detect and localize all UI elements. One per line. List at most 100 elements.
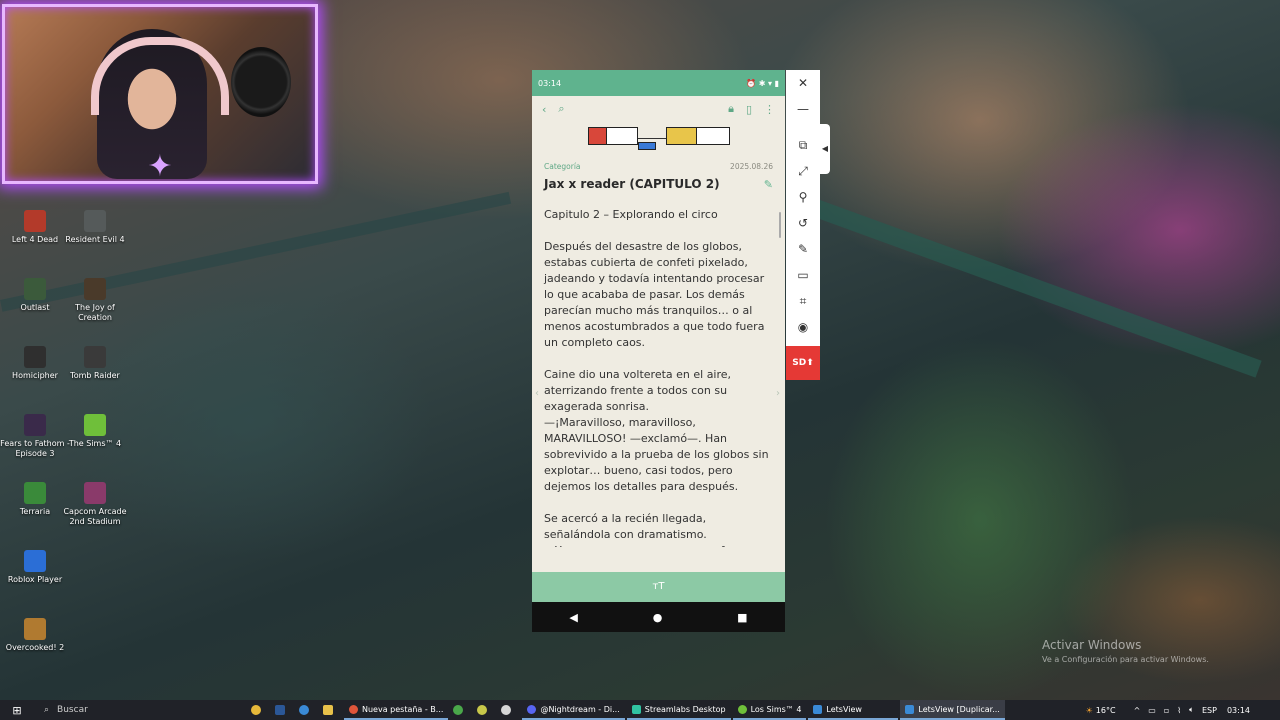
status-time: 03:14 (538, 78, 562, 88)
window-icon[interactable]: ▭ (786, 262, 820, 288)
post-paragraph: Capitulo 2 – Explorando el circo (544, 208, 718, 221)
sd-quality-button[interactable]: SD⬆ (786, 346, 820, 380)
desktop-icon-label: Overcooked! 2 (5, 643, 65, 652)
game-icon (24, 210, 46, 232)
desktop-icon[interactable]: Capcom Arcade 2nd Stadium (60, 482, 130, 527)
app-icon[interactable] (450, 700, 470, 720)
post-category[interactable]: Categoría (544, 162, 581, 171)
windows-taskbar: ⊞ ⌕ Buscar Nueva pestaña - B... @Nightdr… (0, 700, 1280, 720)
weather-temp[interactable]: 16°C (1096, 706, 1116, 715)
desktop-icon-label: Terraria (19, 507, 51, 516)
taskbar-app-sims[interactable]: Los Sims™ 4 (732, 700, 807, 720)
game-icon (84, 210, 106, 232)
nav-recent-icon[interactable]: ■ (737, 611, 747, 624)
taskbar-search[interactable]: ⌕ Buscar (38, 700, 198, 720)
more-icon[interactable]: ⋮ (764, 103, 775, 116)
font-size-button[interactable]: ᴛT (532, 572, 785, 602)
taskbar-clock[interactable]: 03:14 (1227, 706, 1250, 715)
taskbar-app-streamlabs[interactable]: Streamlabs Desktop (626, 700, 731, 720)
game-icon (84, 346, 106, 368)
desktop-icon-label: Resident Evil 4 (65, 235, 125, 244)
taskbar-app-label: Nueva pestaña - B... (362, 704, 444, 714)
microphone-image (231, 47, 291, 117)
volume-icon[interactable]: 🔈︎ (1189, 705, 1194, 715)
desktop-icon-label: The Joy of Creation (75, 303, 115, 322)
desktop-icon-label: Outlast (20, 303, 50, 312)
game-icon (24, 618, 46, 640)
bookmark-icon[interactable]: ▯ (746, 103, 752, 116)
app-toolbar: ‹ ⌕ 🔒︎ ▯ ⋮ (532, 96, 785, 122)
start-button[interactable]: ⊞ (0, 700, 34, 720)
chrome-icon[interactable] (248, 700, 268, 720)
post-title: Jax x reader (CAPITULO 2) (544, 177, 720, 191)
taskbar-app-discord[interactable]: @Nightdream - Di... (522, 700, 625, 720)
phone-mirror-window[interactable]: 03:14 ⏰ ✱ ▾ ▮ ‹ ⌕ 🔒︎ ▯ ⋮ Categoría 2025.… (532, 70, 785, 632)
taskbar-app-label: LetsView [Duplicar... (918, 704, 1000, 714)
network-icon[interactable]: ⌇ (1177, 706, 1181, 715)
taskbar-app-letsview[interactable]: LetsView (808, 700, 899, 720)
screenshot-icon[interactable]: ⧉ (786, 132, 820, 158)
android-nav-bar: ◀ ● ■ (532, 602, 785, 632)
app-icon[interactable] (296, 700, 316, 720)
language-indicator[interactable]: ESP (1202, 706, 1217, 715)
game-icon (84, 414, 106, 436)
watermark-subtitle: Ve a Configuración para activar Windows. (1042, 655, 1209, 664)
rotate-icon[interactable]: ↺ (786, 210, 820, 236)
edit-icon[interactable]: ✎ (764, 178, 773, 191)
draw-icon[interactable]: ✎ (786, 236, 820, 262)
tray-app-icon[interactable]: ▭ (1148, 706, 1156, 715)
taskbar-app-letsview-mirror[interactable]: LetsView [Duplicar... (900, 700, 1005, 720)
post-paragraph: Caine dio una voltereta en el aire, ater… (544, 368, 769, 493)
word-icon[interactable] (272, 700, 292, 720)
prev-page-icon[interactable]: ‹ (535, 388, 539, 399)
desktop-icon[interactable]: The Sims™ 4 (60, 414, 130, 449)
desktop-icon[interactable]: Tomb Raider (60, 346, 130, 381)
tray-chevron-icon[interactable]: ^ (1134, 706, 1141, 715)
desktop-icon[interactable]: Overcooked! 2 (0, 618, 70, 653)
collapse-panel-icon[interactable]: ◀ (820, 124, 830, 174)
post-date: 2025.08.26 (730, 162, 773, 171)
game-icon (84, 278, 106, 300)
fullscreen-icon[interactable]: ⤢ (786, 158, 820, 184)
search-placeholder: Buscar (57, 705, 88, 715)
back-icon[interactable]: ‹ (542, 103, 546, 116)
close-icon[interactable]: ✕ (786, 70, 820, 96)
tray-app-icon[interactable]: ▫ (1164, 706, 1169, 715)
desktop-icon-label: Roblox Player (7, 575, 63, 584)
nav-back-icon[interactable]: ◀ (569, 611, 577, 624)
mirror-tool-panel: ✕ — ⧉ ⤢ ⚲ ↺ ✎ ▭ ⌗ ◉ SD⬆ (786, 70, 820, 380)
phone-status-bar: 03:14 ⏰ ✱ ▾ ▮ (532, 70, 785, 96)
status-icons: ⏰ ✱ ▾ ▮ (746, 78, 779, 88)
nav-home-icon[interactable]: ● (653, 611, 663, 624)
game-icon (24, 550, 46, 572)
app-icon[interactable] (498, 700, 518, 720)
game-icon (24, 278, 46, 300)
next-page-icon[interactable]: › (776, 388, 780, 399)
post-banner-image (532, 122, 785, 152)
record-icon[interactable]: ◉ (786, 314, 820, 340)
file-explorer-icon[interactable] (320, 700, 340, 720)
desktop-icon[interactable]: Roblox Player (0, 550, 70, 585)
desktop-icon-label: Left 4 Dead (11, 235, 59, 244)
taskbar-app-label: Los Sims™ 4 (750, 704, 802, 714)
post-title-row: Jax x reader (CAPITULO 2) ✎ (532, 171, 785, 191)
lock-icon[interactable]: 🔒︎ (728, 102, 734, 116)
scrollbar-thumb[interactable] (779, 212, 781, 238)
search-icon[interactable]: ⌕ (558, 102, 564, 116)
desktop-icon-label: The Sims™ 4 (68, 439, 122, 448)
desktop-icon[interactable]: The Joy of Creation (60, 278, 130, 323)
post-paragraph: Se acercó a la recién llegada, señalándo… (544, 512, 755, 547)
game-icon (24, 346, 46, 368)
taskbar-app-brave[interactable]: Nueva pestaña - B... (344, 700, 449, 720)
app-icon[interactable] (474, 700, 494, 720)
watermark-title: Activar Windows (1042, 638, 1142, 652)
desktop-icon-label: Homicipher (12, 371, 58, 380)
crop-icon[interactable]: ⌗ (786, 288, 820, 314)
minimize-icon[interactable]: — (786, 96, 820, 122)
desktop-icon-label: Capcom Arcade 2nd Stadium (63, 507, 127, 526)
pin-icon[interactable]: ⚲ (786, 184, 820, 210)
taskbar-app-label: @Nightdream - Di... (540, 704, 620, 714)
taskbar-app-label: LetsView (826, 704, 862, 714)
desktop-icon[interactable]: Resident Evil 4 (60, 210, 130, 245)
weather-icon[interactable]: ☀ (1086, 706, 1093, 715)
